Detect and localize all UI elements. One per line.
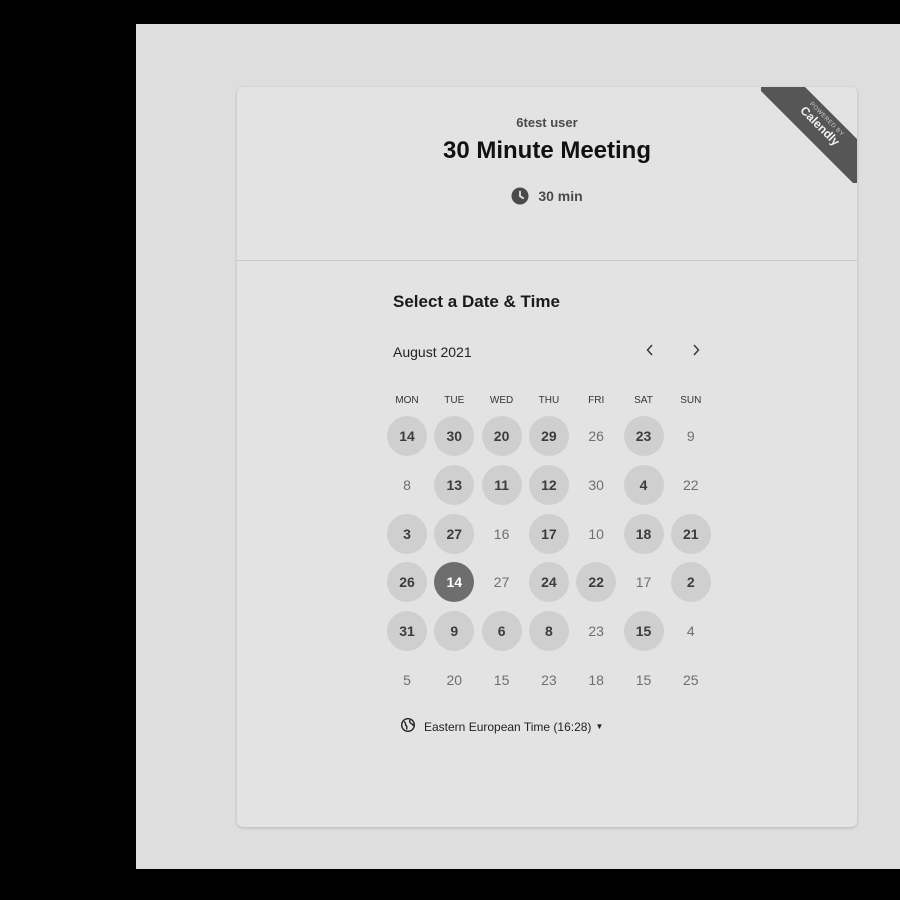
caret-down-icon: ▼ — [595, 722, 604, 731]
available-day-button[interactable]: 11 — [481, 464, 522, 505]
available-day-button[interactable]: 27 — [434, 513, 475, 554]
unavailable-day: 4 — [686, 623, 695, 640]
unavailable-day: 17 — [635, 574, 652, 591]
available-day-button[interactable]: 6 — [481, 611, 522, 652]
unavailable-day: 20 — [446, 672, 463, 688]
timezone-selector[interactable]: Eastern European Time (16:28) ▼ — [400, 717, 604, 735]
unavailable-day: 10 — [588, 525, 604, 542]
available-day-button[interactable]: 12 — [528, 464, 569, 505]
available-day-button[interactable]: 15 — [623, 611, 664, 652]
unavailable-day: 27 — [493, 574, 510, 591]
available-day-button[interactable]: 24 — [528, 562, 569, 603]
weekday-fri: FRI — [588, 395, 605, 406]
unavailable-day: 5 — [403, 672, 411, 688]
calendar-day-grid: 14 30 20 29 26 23 9 8 13 11 12 30 4 22 3 27 16 17 10 18 21 26… — [385, 416, 715, 716]
globe-icon — [400, 717, 416, 735]
next-month-button[interactable] — [684, 340, 708, 364]
available-day-button[interactable]: 4 — [623, 464, 664, 505]
unavailable-day: 25 — [683, 672, 699, 688]
weekday-mon: MON — [395, 395, 419, 406]
clock-icon — [511, 187, 529, 205]
available-day-button[interactable]: 14 — [387, 416, 427, 456]
powered-by-badge[interactable]: POWERED BY Calendly — [761, 87, 857, 183]
available-day-button[interactable]: 21 — [670, 513, 711, 554]
previous-month-button[interactable] — [638, 340, 662, 364]
unavailable-day: 16 — [493, 525, 510, 542]
weekday-wed: WED — [489, 395, 514, 406]
unavailable-day: 23 — [541, 672, 557, 688]
available-day-button[interactable]: 23 — [623, 416, 664, 456]
timezone-label: Eastern European Time (16:28) — [424, 719, 592, 734]
available-day-button[interactable]: 2 — [670, 562, 711, 603]
unavailable-day: 15 — [493, 672, 510, 688]
available-day-button[interactable]: 30 — [434, 416, 475, 456]
weekday-sun: SUN — [680, 395, 702, 406]
unavailable-day: 23 — [588, 623, 604, 640]
selected-day-button[interactable]: 14 — [434, 562, 475, 603]
available-day-button[interactable]: 18 — [623, 513, 664, 554]
weekday-header-row: MON TUE WED THU FRI SAT SUN — [385, 395, 715, 409]
available-day-button[interactable]: 9 — [434, 611, 475, 652]
available-day-button[interactable]: 3 — [387, 513, 427, 554]
unavailable-day: 26 — [588, 428, 604, 444]
date-picker-heading: Select a Date & Time — [393, 292, 560, 311]
available-day-button[interactable]: 31 — [387, 611, 427, 652]
available-day-button[interactable]: 17 — [528, 513, 569, 554]
chevron-left-icon — [645, 343, 655, 361]
powered-by-ribbon[interactable]: POWERED BY Calendly — [761, 87, 857, 183]
available-day-button[interactable]: 20 — [481, 416, 522, 456]
month-navigation: August 2021 — [393, 344, 713, 364]
browser-viewport: 6test user 30 Minute Meeting 30 min POWE… — [136, 24, 900, 869]
weekday-tue: TUE — [444, 395, 465, 406]
unavailable-day: 15 — [635, 672, 652, 688]
current-month-label: August 2021 — [393, 344, 472, 360]
unavailable-day: 9 — [686, 428, 695, 444]
duration-label: 30 min — [538, 188, 583, 204]
unavailable-day: 22 — [683, 476, 699, 493]
date-picker: Select a Date & Time August 2021 MON TUE W… — [387, 292, 713, 688]
event-duration: 30 min — [237, 187, 857, 205]
chevron-right-icon — [691, 343, 701, 361]
unavailable-day: 8 — [403, 476, 411, 493]
available-day-button[interactable]: 8 — [528, 611, 569, 652]
weekday-sat: SAT — [634, 395, 653, 406]
scheduling-card: 6test user 30 Minute Meeting 30 min POWE… — [237, 87, 857, 827]
unavailable-day: 18 — [588, 672, 604, 688]
unavailable-day: 30 — [588, 476, 604, 493]
weekday-thu: THU — [538, 395, 560, 406]
available-day-button[interactable]: 13 — [434, 464, 475, 505]
available-day-button[interactable]: 22 — [576, 562, 617, 603]
available-day-button[interactable]: 26 — [387, 562, 427, 603]
available-day-button[interactable]: 29 — [528, 416, 569, 456]
